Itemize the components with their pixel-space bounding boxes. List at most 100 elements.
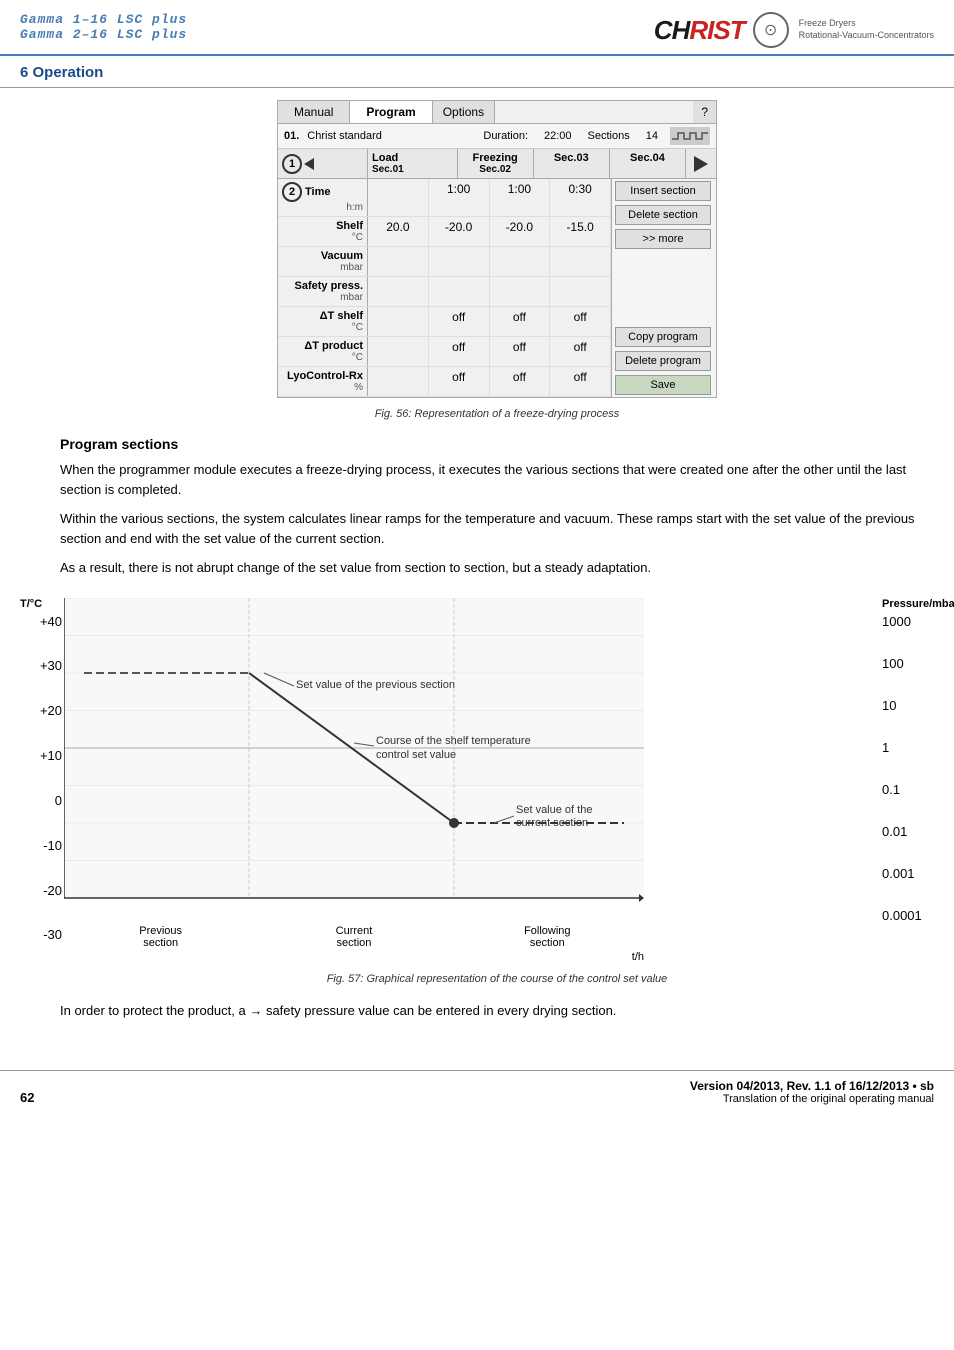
y-right-1000: 1000 xyxy=(882,614,934,629)
y-right-0001: 0.001 xyxy=(882,866,934,881)
y-right-001: 0.01 xyxy=(882,824,934,839)
tab-question[interactable]: ? xyxy=(693,101,716,123)
sections-label: Sections xyxy=(588,130,630,142)
y-axis-left-values: +40 +30 +20 +10 0 -10 -20 -30 xyxy=(20,614,62,963)
panel-row-with-options: 2 Time h:m 1:00 1:00 0:30 xyxy=(278,179,716,397)
chart-svg-area: Set value of the previous section Course… xyxy=(64,598,878,963)
cell-dt-product-sec03[interactable]: off xyxy=(490,337,551,366)
paragraph4: In order to protect the product, a → saf… xyxy=(60,1001,934,1021)
cell-dt-product-load xyxy=(368,337,429,366)
cell-time-sec02[interactable]: 1:00 xyxy=(429,179,490,216)
time-label: Time xyxy=(305,186,330,198)
col-load: Load Sec.01 xyxy=(368,149,458,178)
row-label-safety: Safety press. mbar xyxy=(278,277,368,306)
section-heading: 6 Operation xyxy=(0,56,954,88)
grid-header-left: 1 xyxy=(278,149,368,178)
panel-grid: 2 Time h:m 1:00 1:00 0:30 xyxy=(278,179,611,397)
cell-lyocontrol-load xyxy=(368,367,429,396)
table-row: Vacuum mbar xyxy=(278,247,611,277)
save-button[interactable]: Save xyxy=(615,375,711,395)
safety-cells xyxy=(368,277,611,306)
cell-dt-product-sec04[interactable]: off xyxy=(550,337,611,366)
row-label-time: 2 Time h:m xyxy=(278,179,368,216)
fig56-caption: Fig. 56: Representation of a freeze-dryi… xyxy=(60,408,934,420)
logo-icon: ⊙ xyxy=(753,12,789,48)
y-val-neg30: -30 xyxy=(20,927,62,942)
row-label-lyocontrol: LyoControl-Rx % xyxy=(278,367,368,396)
cell-dt-product-sec02[interactable]: off xyxy=(429,337,490,366)
table-row: ΔT shelf °C off off off xyxy=(278,307,611,337)
footer-right: Version 04/2013, Rev. 1.1 of 16/12/2013 … xyxy=(690,1079,934,1105)
logo-area: CHRIST ⊙ Freeze Dryers Rotational-Vacuum… xyxy=(654,12,934,48)
program-sections-title: Program sections xyxy=(60,436,934,452)
program-number: 01. xyxy=(284,130,299,142)
y-axis-right-values: 1000 100 10 1 0.1 0.01 0.001 0.0001 xyxy=(882,614,934,963)
program-panel: Manual Program Options ? 01. Christ stan… xyxy=(277,100,717,398)
cell-dt-shelf-sec04[interactable]: off xyxy=(550,307,611,336)
copy-program-button[interactable]: Copy program xyxy=(615,327,711,347)
logo-subtitle: Freeze Dryers Rotational-Vacuum-Concentr… xyxy=(799,18,934,41)
y-axis-left: T/°C +40 +30 +20 +10 0 -10 -20 -30 xyxy=(20,598,62,963)
page-header: Gamma 1–16 LSC plus Gamma 2–16 LSC plus … xyxy=(0,0,954,56)
delete-section-button[interactable]: Delete section xyxy=(615,205,711,225)
fig57-caption: Fig. 57: Graphical representation of the… xyxy=(60,973,934,985)
shelf-cells: 20.0 -20.0 -20.0 -15.0 xyxy=(368,217,611,246)
y-val-20: +20 xyxy=(20,703,62,718)
cell-time-sec04[interactable]: 0:30 xyxy=(550,179,611,216)
paragraph3: As a result, there is not abrupt change … xyxy=(60,558,934,578)
y-axis-left-label: T/°C xyxy=(20,598,62,610)
cell-safety-sec02 xyxy=(429,277,490,306)
svg-text:Set value of the previous sect: Set value of the previous section xyxy=(296,679,455,691)
grid-header: 1 Load Sec.01 Freezing Sec.02 Sec.03 Sec… xyxy=(278,149,716,179)
cell-lyocontrol-sec04[interactable]: off xyxy=(550,367,611,396)
play-button[interactable] xyxy=(686,149,716,178)
program-name: Christ standard xyxy=(307,130,382,142)
dt-shelf-cells: off off off xyxy=(368,307,611,336)
logo-sub1: Freeze Dryers xyxy=(799,18,934,30)
more-button[interactable]: >> more xyxy=(615,229,711,249)
cell-lyocontrol-sec02[interactable]: off xyxy=(429,367,490,396)
row-label-dt-shelf: ΔT shelf °C xyxy=(278,307,368,336)
main-content: Manual Program Options ? 01. Christ stan… xyxy=(0,100,954,1050)
delete-program-button[interactable]: Delete program xyxy=(615,351,711,371)
insert-section-button[interactable]: Insert section xyxy=(615,181,711,201)
cell-safety-sec04 xyxy=(550,277,611,306)
tab-manual[interactable]: Manual xyxy=(278,101,350,123)
cell-lyocontrol-sec03[interactable]: off xyxy=(490,367,551,396)
table-row: ΔT product °C off off off xyxy=(278,337,611,367)
y-right-01: 0.1 xyxy=(882,782,934,797)
svg-text:Course of the shelf temperatur: Course of the shelf temperature xyxy=(376,735,531,747)
time-cells: 1:00 1:00 0:30 xyxy=(368,179,611,216)
col-sec04: Sec.04 xyxy=(610,149,686,178)
duration-info: Duration: 22:00 Sections 14 xyxy=(483,130,658,142)
play-icon xyxy=(694,156,708,172)
y-axis-right-label: Pressure/mbar xyxy=(882,598,934,610)
y-val-neg20: -20 xyxy=(20,883,62,898)
cell-vacuum-sec03 xyxy=(490,247,551,276)
row-label-shelf: Shelf °C xyxy=(278,217,368,246)
option-placeholder xyxy=(612,251,716,325)
tab-program[interactable]: Program xyxy=(350,101,432,123)
col-sec03: Sec.03 xyxy=(534,149,610,178)
arrow-left-icon[interactable] xyxy=(304,158,314,170)
logo-text: CHRIST xyxy=(654,15,745,46)
cell-time-sec03[interactable]: 1:00 xyxy=(490,179,551,216)
svg-text:control set value: control set value xyxy=(376,749,456,761)
cell-shelf-sec02[interactable]: -20.0 xyxy=(429,217,490,246)
cell-shelf-sec04[interactable]: -15.0 xyxy=(550,217,611,246)
svg-text:current section: current section xyxy=(516,817,588,829)
cell-shelf-load[interactable]: 20.0 xyxy=(368,217,429,246)
tab-options[interactable]: Options xyxy=(433,101,495,123)
table-row: 2 Time h:m 1:00 1:00 0:30 xyxy=(278,179,611,217)
cell-dt-shelf-sec02[interactable]: off xyxy=(429,307,490,336)
cell-vacuum-sec02 xyxy=(429,247,490,276)
cell-dt-shelf-sec03[interactable]: off xyxy=(490,307,551,336)
tab-row: Manual Program Options ? xyxy=(278,101,716,124)
logo-rist: RIST xyxy=(689,15,744,45)
x-label-current: Current section xyxy=(261,925,446,949)
cell-shelf-sec03[interactable]: -20.0 xyxy=(490,217,551,246)
x-label-previous: Previous section xyxy=(68,925,253,949)
table-row: LyoControl-Rx % off off off xyxy=(278,367,611,397)
translation-text: Translation of the original operating ma… xyxy=(690,1093,934,1105)
time-unit: h:m xyxy=(282,202,363,213)
